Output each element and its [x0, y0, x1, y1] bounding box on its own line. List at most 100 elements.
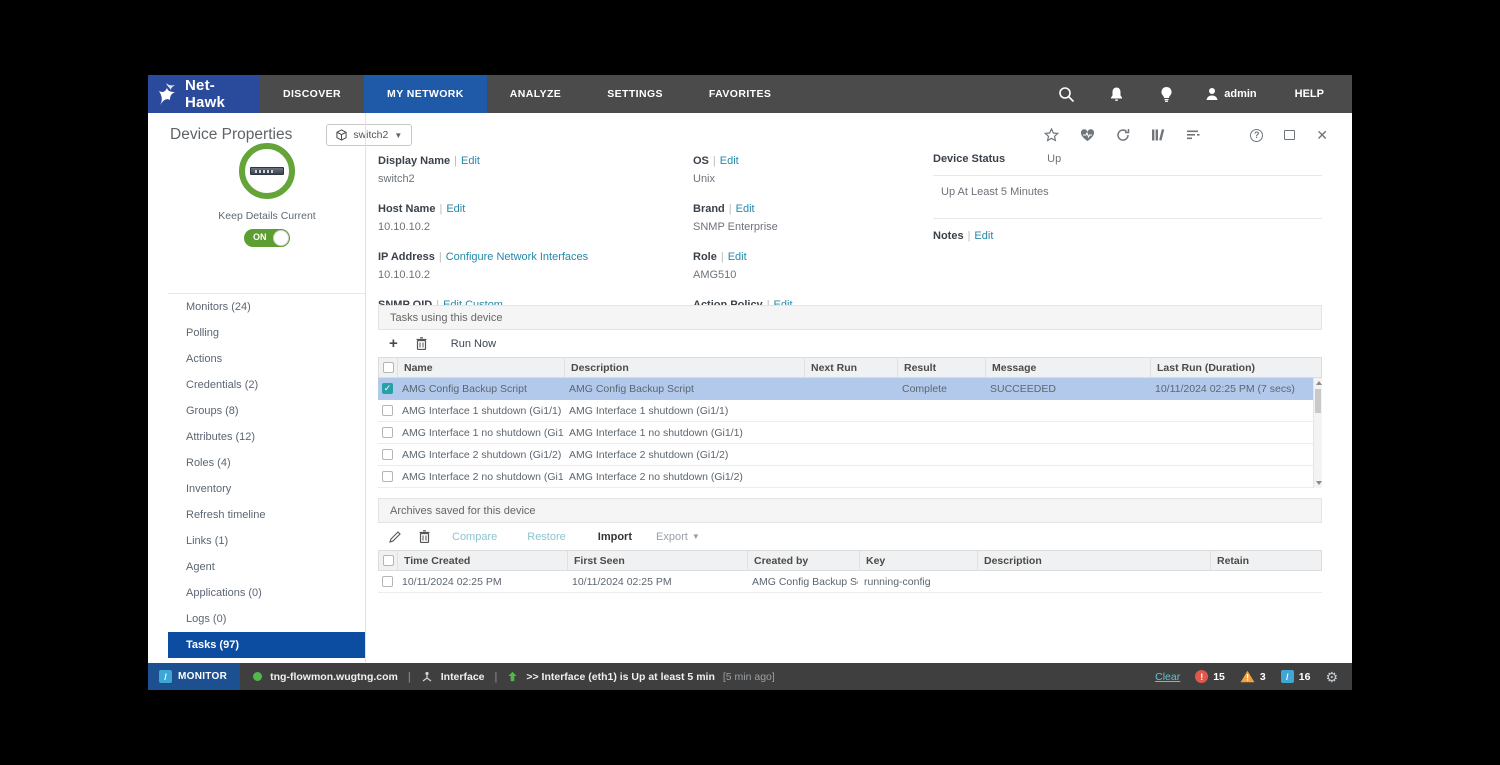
row-checkbox[interactable] — [378, 405, 396, 416]
row-checkbox[interactable] — [378, 383, 396, 394]
nav-item[interactable]: DISCOVER — [260, 75, 364, 113]
sidebar-item[interactable]: Links (1) — [168, 528, 365, 554]
sidebar-item[interactable]: Refresh timeline — [168, 502, 365, 528]
main-area: Display Name|Edit switch2 Host Name|Edit… — [378, 113, 1322, 663]
row-checkbox[interactable] — [378, 576, 396, 587]
import-button[interactable]: Import — [598, 531, 632, 543]
tasks-scrollbar[interactable] — [1313, 378, 1322, 488]
tasks-column-header[interactable]: Last Run (Duration) — [1150, 358, 1312, 377]
notes-row: Notes|Edit — [933, 219, 1322, 242]
archives-column-header[interactable]: Time Created — [397, 551, 567, 570]
lightbulb-icon[interactable] — [1141, 86, 1191, 103]
field-separator: | — [435, 251, 446, 263]
row-checkbox[interactable] — [378, 449, 396, 460]
nav-item-label: ANALYZE — [510, 88, 561, 100]
nav-item[interactable]: SETTINGS — [584, 75, 686, 113]
notifications-bell-icon[interactable] — [1091, 86, 1141, 102]
field-action-link[interactable]: Edit — [461, 155, 480, 167]
row-checkbox[interactable] — [378, 427, 396, 438]
critical-count: 15 — [1213, 671, 1225, 683]
task-row[interactable]: AMG Interface 1 no shutdown (Gi1/1) AMG … — [378, 422, 1313, 444]
field-action-link[interactable]: Edit — [720, 155, 739, 167]
up-status-dot — [253, 672, 262, 681]
task-name: AMG Interface 1 no shutdown (Gi1/1) — [396, 427, 563, 439]
field-action-link[interactable]: Edit — [446, 203, 465, 215]
archives-column-header[interactable]: Description — [977, 551, 1210, 570]
scroll-up-arrow[interactable] — [1316, 381, 1322, 385]
search-icon[interactable] — [1041, 86, 1091, 103]
keep-details-toggle[interactable]: ON — [244, 229, 290, 247]
run-now-button[interactable]: Run Now — [451, 338, 496, 350]
edit-archive-icon[interactable] — [389, 531, 401, 543]
field-action-link[interactable]: Edit — [736, 203, 755, 215]
brand-name: Net-Hawk — [185, 77, 252, 111]
switch-device-image — [250, 167, 284, 175]
field-value: AMG510 — [693, 269, 933, 281]
nav-item[interactable]: ANALYZE — [487, 75, 584, 113]
sidebar-item[interactable]: Logs (0) — [168, 606, 365, 632]
help-menu[interactable]: HELP — [1271, 88, 1352, 100]
tasks-column-header[interactable]: Message — [985, 358, 1150, 377]
archive-row[interactable]: 10/11/2024 02:25 PM 10/11/2024 02:25 PM … — [378, 571, 1322, 593]
scroll-down-arrow[interactable] — [1316, 481, 1322, 485]
device-field: Brand|Edit SNMP Enterprise — [693, 199, 933, 237]
critical-alerts-badge[interactable]: ! 15 — [1195, 670, 1225, 683]
sidebar-item[interactable]: Agent — [168, 554, 365, 580]
warning-triangle-icon — [1240, 670, 1255, 683]
task-row[interactable]: AMG Interface 1 shutdown (Gi1/1) AMG Int… — [378, 400, 1313, 422]
archives-column-header[interactable]: Key — [859, 551, 977, 570]
clear-link[interactable]: Clear — [1155, 671, 1180, 683]
sidebar-item[interactable]: Groups (8) — [168, 398, 365, 424]
tasks-column-header[interactable]: Name — [397, 358, 564, 377]
task-row[interactable]: AMG Interface 2 shutdown (Gi1/2) AMG Int… — [378, 444, 1313, 466]
tasks-column-header[interactable]: Description — [564, 358, 804, 377]
field-action-link[interactable]: Edit — [728, 251, 747, 263]
archive-key: running-config — [858, 576, 976, 588]
sidebar-item[interactable]: Actions — [168, 346, 365, 372]
tasks-column-header[interactable]: Next Run — [804, 358, 897, 377]
monitor-alerts-badge[interactable]: / 16 — [1281, 670, 1311, 683]
delete-task-icon[interactable] — [416, 337, 427, 350]
select-all-checkbox[interactable] — [379, 362, 397, 373]
notes-edit-link[interactable]: Edit — [974, 230, 993, 242]
sidebar-item[interactable]: Roles (4) — [168, 450, 365, 476]
nethawk-logo[interactable]: Net-Hawk — [148, 75, 260, 113]
task-row[interactable]: AMG Config Backup Script AMG Config Back… — [378, 378, 1313, 400]
keep-details-label: Keep Details Current — [168, 210, 366, 222]
sidebar-item[interactable]: Inventory — [168, 476, 365, 502]
archives-column-header[interactable]: Retain — [1210, 551, 1312, 570]
archives-section: Archives saved for this device Compare R… — [378, 498, 1322, 593]
task-name: AMG Interface 1 shutdown (Gi1/1) — [396, 405, 563, 417]
sidebar-item[interactable]: Applications (0) — [168, 580, 365, 606]
archive-created-by: AMG Config Backup Script — [746, 576, 858, 588]
status-host[interactable]: tng-flowmon.wugtng.com — [270, 671, 398, 683]
warning-alerts-badge[interactable]: 3 — [1240, 670, 1266, 683]
nav-item[interactable]: MY NETWORK — [364, 75, 487, 113]
sidebar-item[interactable]: Polling — [168, 320, 365, 346]
toggle-state-label: ON — [253, 232, 267, 242]
task-row[interactable]: AMG Interface 2 no shutdown (Gi1/2) AMG … — [378, 466, 1313, 488]
device-field: Role|Edit AMG510 — [693, 247, 933, 285]
sidebar-item[interactable]: Monitors (24) — [168, 294, 365, 320]
tasks-column-header[interactable]: Result — [897, 358, 985, 377]
restore-button[interactable]: Restore — [527, 531, 566, 543]
sidebar-item[interactable]: Credentials (2) — [168, 372, 365, 398]
archives-column-header[interactable]: First Seen — [567, 551, 747, 570]
sidebar-item[interactable]: Tasks (97) — [168, 632, 365, 658]
archives-column-header[interactable]: Created by — [747, 551, 859, 570]
compare-button[interactable]: Compare — [452, 531, 497, 543]
sidebar-item[interactable]: Attributes (12) — [168, 424, 365, 450]
monitor-chip[interactable]: / MONITOR — [148, 663, 240, 690]
add-task-icon[interactable]: + — [389, 336, 398, 351]
gear-icon[interactable]: ⚙ — [1325, 670, 1338, 684]
select-all-checkbox[interactable] — [379, 555, 397, 566]
row-checkbox[interactable] — [378, 471, 396, 482]
export-dropdown[interactable]: Export ▼ — [656, 531, 700, 543]
field-action-link[interactable]: Configure Network Interfaces — [446, 251, 588, 263]
nav-item[interactable]: FAVORITES — [686, 75, 794, 113]
user-menu[interactable]: admin — [1191, 87, 1270, 101]
hawk-icon — [156, 81, 180, 107]
device-status-ring — [239, 143, 295, 199]
delete-archive-icon[interactable] — [419, 530, 430, 543]
scroll-thumb[interactable] — [1315, 389, 1321, 413]
